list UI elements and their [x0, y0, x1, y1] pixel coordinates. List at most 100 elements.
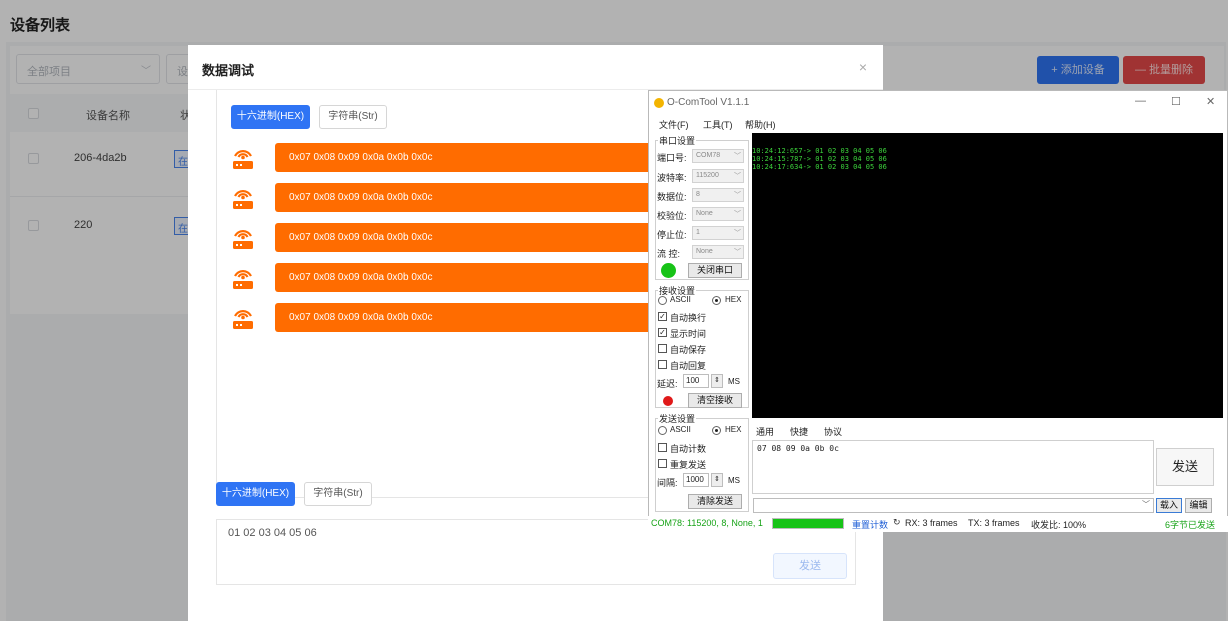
send-textarea-value: 01 02 03 04 05 06 — [228, 527, 317, 539]
status-bar: COM78: 115200, 8, None, 1 重置计数 ↻ RX: 3 f… — [648, 516, 1228, 532]
tab-general[interactable]: 通用 — [756, 425, 774, 438]
message-bubble: 0x07 0x08 0x09 0x0a 0x0b 0x0c — [275, 263, 655, 292]
serial-send-button[interactable]: 发送 — [1156, 448, 1214, 486]
menu-file[interactable]: 文件(F) — [659, 118, 689, 131]
chevron-down-icon: ﹀ — [734, 249, 741, 256]
tx-count: TX: 3 frames — [968, 518, 1020, 528]
menu-help[interactable]: 帮助(H) — [745, 118, 776, 131]
router-icon — [233, 190, 253, 209]
send-ascii-label: ASCII — [670, 425, 691, 434]
tab-quick[interactable]: 快捷 — [790, 425, 808, 438]
delay-unit: MS — [728, 377, 740, 386]
message-bubble: 0x07 0x08 0x09 0x0a 0x0b 0x0c — [275, 223, 655, 252]
parity-value: None — [696, 210, 713, 217]
chevron-down-icon: ﹀ — [734, 211, 741, 218]
reset-count-link[interactable]: 重置计数 — [852, 518, 888, 531]
auto-newline-checkbox[interactable]: ✓ — [658, 312, 667, 321]
message-row: 0x07 0x08 0x09 0x0a 0x0b 0x0c — [232, 302, 655, 332]
port-select[interactable]: COM78 ﹀ — [692, 149, 744, 163]
clear-receive-button[interactable]: 清空接收 — [688, 393, 742, 408]
send-hex-label: HEX — [725, 425, 742, 434]
receive-str-tab[interactable]: 字符串(Str) — [319, 105, 387, 129]
delay-label: 延迟: — [657, 379, 678, 389]
receive-hex-tab[interactable]: 十六进制(HEX) — [231, 105, 310, 129]
show-time-label: 显示时间 — [670, 329, 707, 339]
send-hex-tab[interactable]: 十六进制(HEX) — [216, 482, 295, 506]
auto-save-checkbox[interactable] — [658, 344, 667, 353]
bytes-sent-text: 6字节已发送 — [1165, 520, 1216, 530]
parity-label: 校验位: — [657, 211, 687, 221]
baud-select[interactable]: 115200 ﹀ — [692, 169, 744, 183]
port-value: COM78 — [696, 152, 721, 159]
repeat-send-checkbox[interactable] — [658, 459, 667, 468]
rx-count: RX: 3 frames — [905, 518, 958, 528]
window-title: O-ComTool V1.1.1 — [667, 97, 750, 108]
interval-spinner-icon[interactable]: ⇕ — [711, 473, 723, 487]
recv-ascii-radio[interactable] — [658, 296, 667, 305]
flow-select[interactable]: None ﹀ — [692, 245, 744, 259]
parity-select[interactable]: None ﹀ — [692, 207, 744, 221]
delay-spinner-icon[interactable]: ⇕ — [711, 374, 723, 388]
minimize-icon[interactable]: — — [1135, 95, 1146, 107]
auto-save-label: 自动保存 — [670, 345, 707, 355]
serial-settings-title: 串口设置 — [658, 134, 697, 147]
router-icon — [233, 150, 253, 169]
baud-value: 115200 — [696, 172, 719, 179]
receive-indicator — [663, 396, 673, 406]
interval-input[interactable]: 1000 — [683, 473, 709, 487]
port-status-text: COM78: 115200, 8, None, 1 — [651, 518, 763, 528]
edit-button[interactable]: 编辑 — [1185, 498, 1212, 513]
auto-reply-checkbox[interactable] — [658, 360, 667, 369]
send-ascii-radio[interactable] — [658, 426, 667, 435]
send-str-tab[interactable]: 字符串(Str) — [304, 482, 372, 506]
databits-value: 8 — [696, 191, 700, 198]
show-time-checkbox[interactable]: ✓ — [658, 328, 667, 337]
chevron-down-icon: ﹀ — [734, 230, 741, 237]
stopbits-label: 停止位: — [657, 230, 687, 240]
refresh-icon[interactable]: ↻ — [893, 517, 901, 528]
message-row: 0x07 0x08 0x09 0x0a 0x0b 0x0c — [232, 142, 655, 172]
message-row: 0x07 0x08 0x09 0x0a 0x0b 0x0c — [232, 262, 655, 292]
command-select[interactable]: ﹀ — [753, 498, 1154, 513]
repeat-send-label: 重复发送 — [670, 460, 707, 470]
recv-ascii-label: ASCII — [670, 295, 691, 304]
send-data-input[interactable]: 07 08 09 0a 0b 0c — [752, 440, 1154, 494]
router-icon — [233, 230, 253, 249]
stopbits-value: 1 — [696, 229, 700, 236]
send-hex-radio[interactable] — [712, 426, 721, 435]
flow-label: 流 控: — [657, 249, 681, 259]
message-bubble: 0x07 0x08 0x09 0x0a 0x0b 0x0c — [275, 143, 655, 172]
stopbits-select[interactable]: 1 ﹀ — [692, 226, 744, 240]
tab-protocol[interactable]: 协议 — [824, 425, 842, 438]
maximize-icon[interactable]: ☐ — [1171, 95, 1181, 108]
menu-tools[interactable]: 工具(T) — [703, 118, 733, 131]
chevron-down-icon: ﹀ — [734, 153, 741, 160]
auto-count-checkbox[interactable] — [658, 443, 667, 452]
close-port-button[interactable]: 关闭串口 — [688, 263, 742, 278]
load-button[interactable]: 载入 — [1156, 498, 1182, 513]
settings-panel: 串口设置 端口号: COM78 ﹀ 波特率: 115200 ﹀ 数据位: 8 ﹀ 校验… — [652, 134, 749, 512]
message-row: 0x07 0x08 0x09 0x0a 0x0b 0x0c — [232, 222, 655, 252]
auto-newline-label: 自动换行 — [670, 313, 707, 323]
databits-select[interactable]: 8 ﹀ — [692, 188, 744, 202]
recv-hex-radio[interactable] — [712, 296, 721, 305]
auto-reply-label: 自动回复 — [670, 361, 707, 371]
delay-input[interactable]: 100 — [683, 374, 709, 388]
send-button[interactable]: 发送 — [773, 553, 847, 579]
chevron-down-icon: ﹀ — [734, 173, 741, 180]
port-status-indicator — [661, 263, 676, 278]
close-icon[interactable]: × — [859, 59, 867, 75]
close-icon[interactable]: ✕ — [1206, 95, 1215, 108]
comtool-logo-icon — [654, 98, 664, 108]
clear-send-button[interactable]: 清除发送 — [688, 494, 742, 509]
log-line: 10:24:17:634-> 01 02 03 04 05 06 — [752, 163, 887, 171]
message-row: 0x07 0x08 0x09 0x0a 0x0b 0x0c — [232, 182, 655, 212]
log-line: 10:24:12:657-> 01 02 03 04 05 06 — [752, 147, 887, 155]
message-bubble: 0x07 0x08 0x09 0x0a 0x0b 0x0c — [275, 303, 655, 332]
receive-terminal — [752, 133, 1223, 418]
router-icon — [233, 310, 253, 329]
ratio-text: 收发比: 100% — [1031, 520, 1087, 530]
modal-title: 数据调试 — [202, 63, 255, 78]
databits-label: 数据位: — [657, 192, 687, 202]
send-settings-title: 发送设置 — [658, 412, 697, 425]
